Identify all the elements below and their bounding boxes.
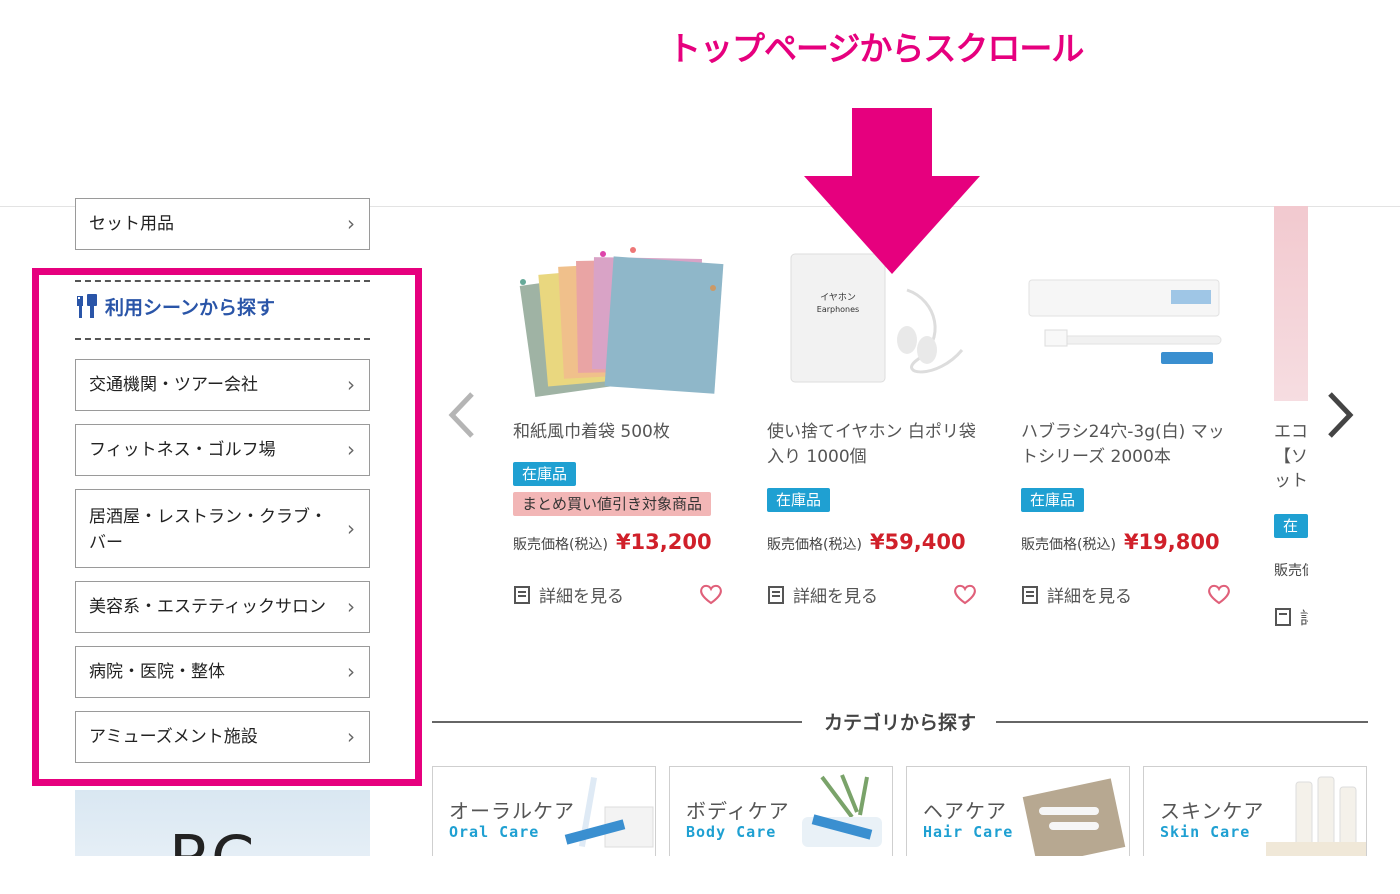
price-row: 販売価格(税込) ¥19,800 <box>1021 530 1220 554</box>
sidebar-item-restaurant[interactable]: 居酒屋・レストラン・クラブ・バー › <box>75 489 370 568</box>
product-name[interactable]: 和紙風巾着袋 500枚 <box>513 420 723 445</box>
annotation-title: トップページからスクロール <box>668 29 1084 68</box>
stock-badge: 在庫品 <box>1021 488 1085 512</box>
heart-icon[interactable] <box>953 583 977 605</box>
down-arrow-icon <box>804 108 980 274</box>
category-name-jp: ボディケア <box>686 799 790 823</box>
scene-heading-text: 利用シーンから探す <box>105 296 276 319</box>
detail-link[interactable]: 詳細を見る <box>513 582 624 607</box>
stock-badge: 在庫 <box>1274 514 1308 559</box>
detail-link[interactable]: 詳細を見る <box>1021 582 1132 607</box>
toothbrush-icon <box>77 294 97 318</box>
sidebar-banner[interactable]: RC <box>75 790 370 860</box>
document-icon <box>514 585 530 604</box>
product-card-partial[interactable]: エコ 【ソ ット 在庫 販売価 詳 <box>1274 206 1308 636</box>
product-name: エコ 【ソ ット <box>1274 420 1308 494</box>
package-text: イヤホン <box>820 292 856 303</box>
carousel-next-icon[interactable] <box>1322 390 1356 440</box>
product-name-line: エコ <box>1274 422 1308 442</box>
detail-label: 詳細を見る <box>793 587 878 607</box>
category-card-hair-care[interactable]: ヘアケア Hair Care <box>906 766 1130 866</box>
skin-care-image <box>1266 776 1366 865</box>
category-card-body-care[interactable]: ボディケア Body Care <box>669 766 893 866</box>
price-row: 販売価格(税込) ¥59,400 <box>767 530 966 554</box>
package-text: Earphones <box>817 305 859 314</box>
chevron-right-icon: › <box>347 516 355 540</box>
divider <box>75 338 370 340</box>
sidebar-item-label: 交通機関・ツアー会社 <box>89 374 258 395</box>
category-name-jp: オーラルケア <box>449 799 575 823</box>
chevron-right-icon: › <box>347 724 355 749</box>
sidebar-item-label: セット用品 <box>89 213 174 234</box>
category-name-jp: スキンケア <box>1160 799 1265 823</box>
category-name-jp: ヘアケア <box>923 799 1007 823</box>
sale-badge: まとめ買い値引き対象商品 <box>513 492 712 516</box>
category-name-en: Oral Care <box>449 823 540 841</box>
product-name-line: 【ソ <box>1274 446 1308 467</box>
body-care-image <box>802 774 882 847</box>
price-label: 販売価格(税込) <box>1021 537 1116 553</box>
category-card-skin-care[interactable]: スキンケア Skin Care <box>1143 766 1367 866</box>
product-name-line: ット <box>1274 471 1308 492</box>
category-card-oral-care[interactable]: オーラルケア Oral Care <box>432 766 656 866</box>
chevron-right-icon: › <box>347 211 355 236</box>
chevron-right-icon: › <box>347 437 355 462</box>
chevron-right-icon: › <box>347 594 355 619</box>
stock-badge: 在庫品 <box>767 488 831 512</box>
scene-heading: 利用シーンから探す <box>75 292 275 320</box>
document-icon <box>1022 585 1038 604</box>
category-name-en: Hair Care <box>923 823 1014 841</box>
detail-link[interactable]: 詳細を見る <box>767 582 878 607</box>
price-label: 販売価格(税込) <box>767 537 862 553</box>
sidebar-item-label: フィットネス・ゴルフ場 <box>89 439 276 460</box>
detail-label: 詳 <box>1300 604 1308 629</box>
document-icon <box>1275 607 1291 626</box>
price-row: 販売価格(税込) ¥13,200 <box>513 530 712 554</box>
chevron-right-icon: › <box>347 659 355 684</box>
price-label: 販売価格(税込) <box>513 537 608 553</box>
sidebar-item-label: アミューズメント施設 <box>89 726 258 747</box>
heart-icon[interactable] <box>699 583 723 605</box>
detail-label: 詳細を見る <box>539 587 624 607</box>
category-name-en: Skin Care <box>1160 823 1251 841</box>
product-card[interactable]: 和紙風巾着袋 500枚 在庫品 まとめ買い値引き対象商品 販売価格(税込) ¥1… <box>513 210 735 630</box>
detail-label: 詳細を見る <box>1047 587 1132 607</box>
sidebar-item-label: 居酒屋・レストラン・クラブ・バー <box>89 507 327 554</box>
product-image-partial <box>1274 206 1308 401</box>
sidebar-item-transport[interactable]: 交通機関・ツアー会社 › <box>75 359 370 411</box>
price-value: ¥13,200 <box>615 530 712 554</box>
bottom-edge <box>0 856 1400 894</box>
sidebar-item-set-goods[interactable]: セット用品 › <box>75 198 370 250</box>
product-card[interactable]: ハブラシ24穴-3g(白) マットシリーズ 2000本 在庫品 販売価格(税込)… <box>1021 210 1243 630</box>
category-heading: カテゴリから探す <box>823 712 976 734</box>
sidebar-item-label: 病院・医院・整体 <box>89 661 225 682</box>
detail-link[interactable]: 詳 <box>1274 604 1308 629</box>
document-icon <box>768 585 784 604</box>
price-value: ¥59,400 <box>869 530 966 554</box>
product-name[interactable]: ハブラシ24穴-3g(白) マットシリーズ 2000本 <box>1021 420 1231 469</box>
hair-care-image <box>1022 778 1126 865</box>
price-label: 販売価 <box>1274 563 1308 579</box>
sidebar-item-fitness[interactable]: フィットネス・ゴルフ場 › <box>75 424 370 476</box>
category-name-en: Body Care <box>686 823 777 841</box>
divider <box>75 280 370 282</box>
chevron-right-icon: › <box>347 372 355 397</box>
sidebar-item-amusement[interactable]: アミューズメント施設 › <box>75 711 370 763</box>
sidebar-item-hospital[interactable]: 病院・医院・整体 › <box>75 646 370 698</box>
heart-icon[interactable] <box>1207 583 1231 605</box>
banner-logo: RC <box>169 822 257 860</box>
stock-badge: 在庫品 <box>513 462 577 486</box>
sidebar-item-label: 美容系・エステティックサロン <box>89 596 326 617</box>
sidebar-item-beauty[interactable]: 美容系・エステティックサロン › <box>75 581 370 633</box>
product-image-pouch <box>519 247 724 397</box>
divider <box>432 721 802 723</box>
product-name[interactable]: 使い捨てイヤホン 白ポリ袋入り 1000個 <box>767 420 977 469</box>
divider <box>996 721 1368 723</box>
price-value: ¥19,800 <box>1123 530 1220 554</box>
carousel-prev-icon[interactable] <box>444 390 478 440</box>
product-image-toothbrush <box>1028 279 1222 364</box>
